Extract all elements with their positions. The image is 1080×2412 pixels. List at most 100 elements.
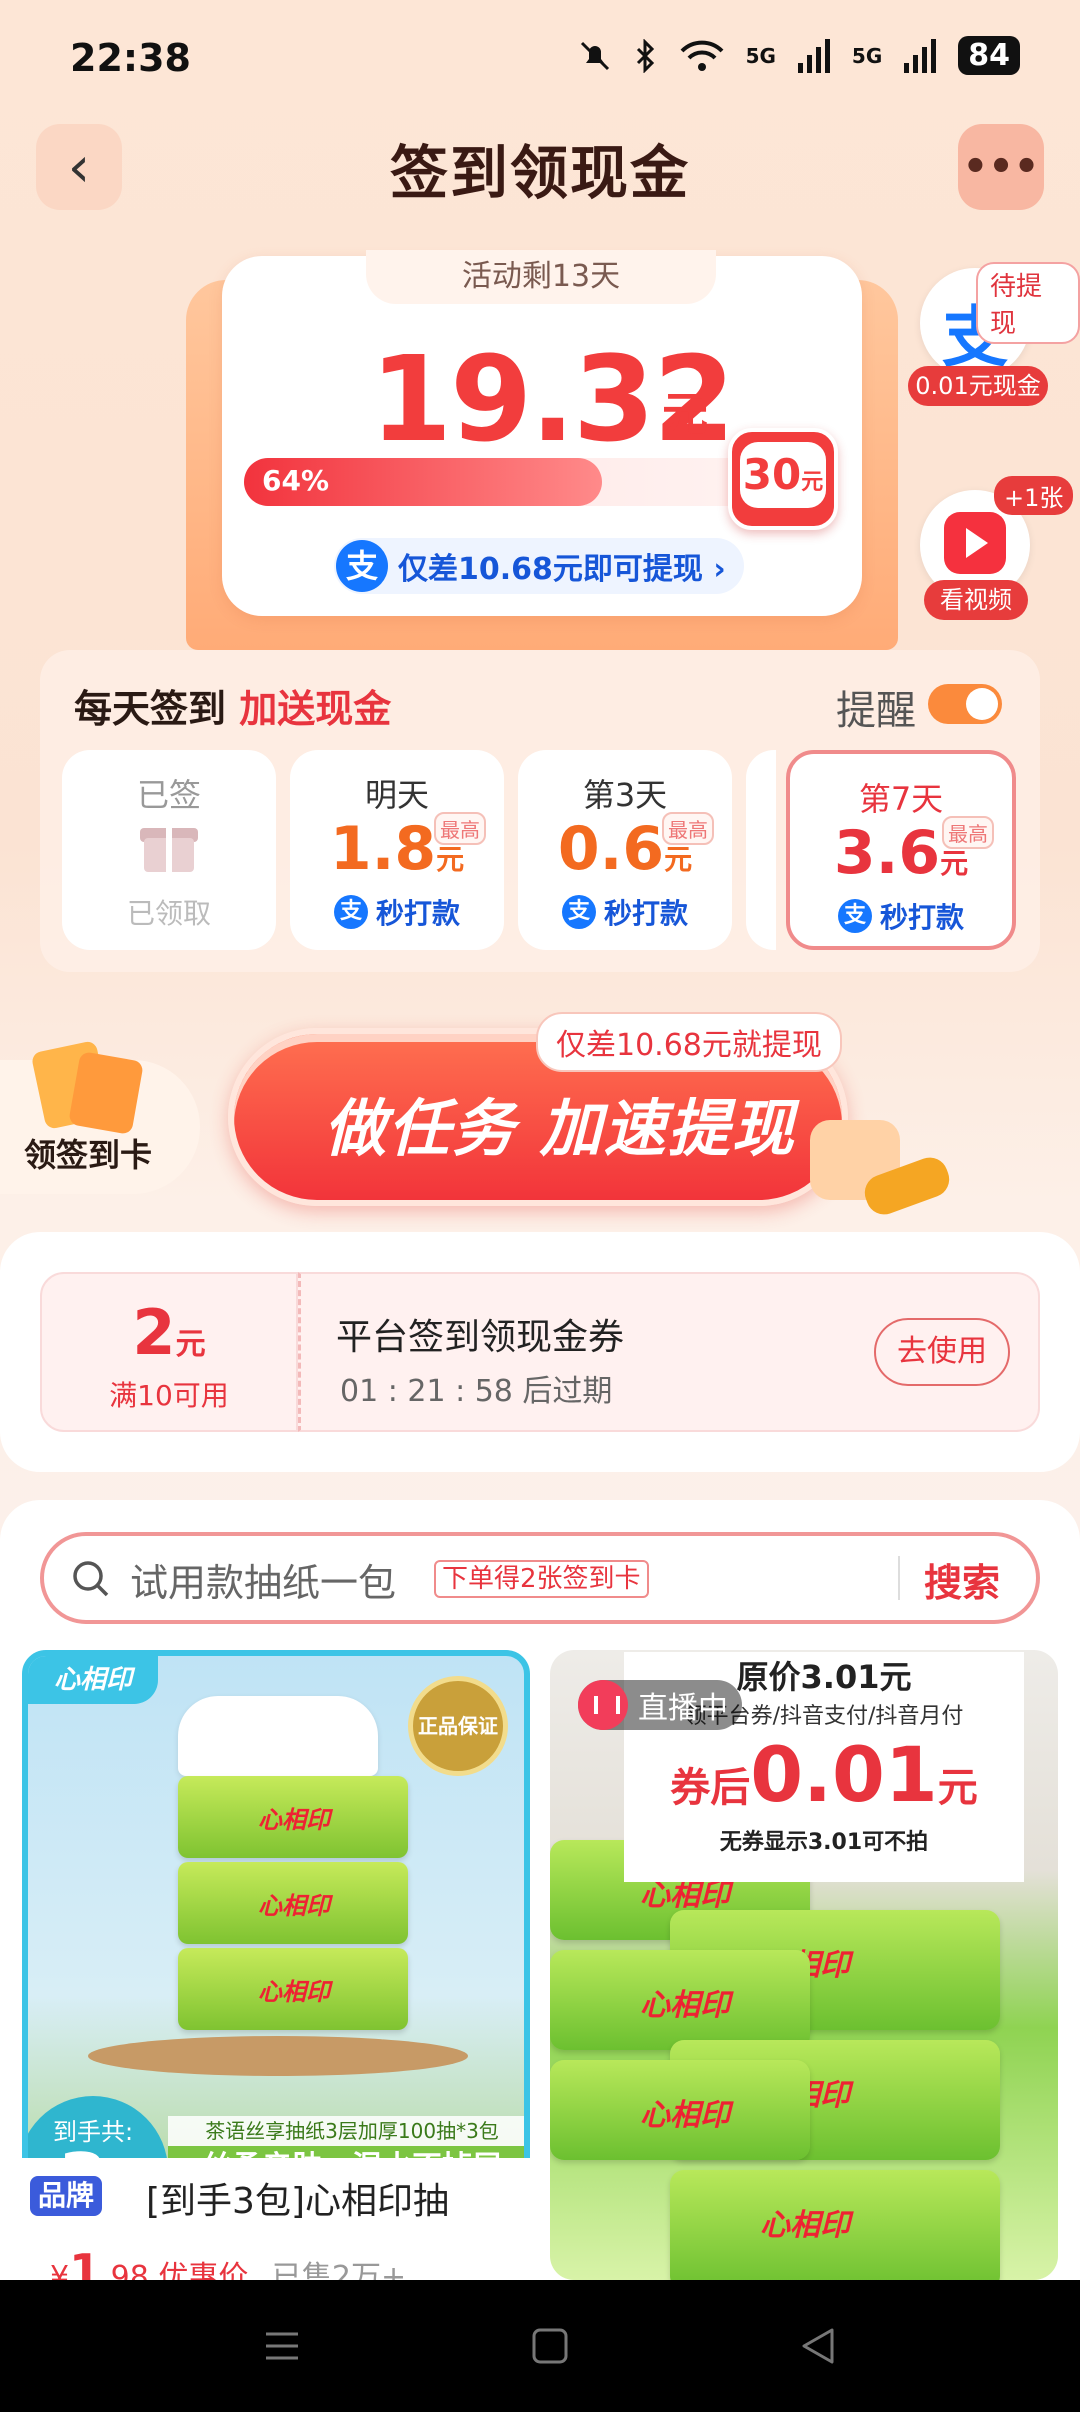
day-reward-value: 1.8 xyxy=(329,814,437,884)
signal-1-icon xyxy=(797,38,830,73)
signin-day-3[interactable]: 第3天 最高 0.6元 支秒打款 xyxy=(518,750,732,950)
more-button[interactable]: ••• xyxy=(958,124,1044,210)
card-check-icon xyxy=(68,1051,144,1135)
search-promo-tag: 下单得2张签到卡 xyxy=(434,1560,649,1598)
menu-icon[interactable] xyxy=(262,2326,302,2366)
search-button[interactable]: 搜索 xyxy=(924,1552,1000,1607)
balance-unit: 元 xyxy=(662,387,708,441)
get-signin-card-label: 领签到卡 xyxy=(24,1136,153,1174)
gift-icon xyxy=(140,820,198,872)
live-label: 直播中 xyxy=(638,1691,728,1726)
search-divider xyxy=(898,1556,900,1600)
day-label: 第3天 xyxy=(582,776,668,814)
brand-chip: 品牌 xyxy=(30,2176,103,2216)
day-reward-unit: 元 xyxy=(664,843,693,876)
tissue-image xyxy=(178,1696,378,1776)
coupon-title: 平台签到领现金券 xyxy=(336,1317,625,1358)
days-left-label: 活动剩13天 xyxy=(366,250,716,304)
withdraw-progress-bar: 64% xyxy=(244,458,804,506)
coupon-amount: 2元 xyxy=(42,1296,296,1369)
day-reward: 0.6元 xyxy=(518,814,732,884)
withdraw-hint-text: 仅差10.68元即可提现 › xyxy=(398,552,726,587)
page-title: 签到领现金 xyxy=(389,139,690,207)
network-1-label: 5G xyxy=(745,43,776,68)
alipay-icon: 支 xyxy=(333,895,368,929)
day-label: 明天 xyxy=(364,776,429,814)
tissue-pack: 心相印 xyxy=(178,1948,408,2030)
signal-2-icon xyxy=(904,38,937,73)
more-dots-icon: ••• xyxy=(962,144,1040,190)
genuine-stamp: 正品保证 xyxy=(408,1676,508,1776)
instant-pay: 支秒打款 xyxy=(790,896,1012,936)
pending-cash-label: 0.01元现金 xyxy=(908,366,1048,406)
coupon-amount-value: 2 xyxy=(132,1296,176,1369)
tissue-pack: 心相印 xyxy=(670,2170,1000,2280)
day-reward-unit: 元 xyxy=(940,847,969,880)
back-triangle-icon[interactable] xyxy=(798,2326,838,2366)
watch-video-label: 看视频 xyxy=(924,580,1028,620)
withdraw-hint-button[interactable]: 支 仅差10.68元即可提现 › xyxy=(334,538,744,594)
signin-day-tomorrow[interactable]: 明天 最高 1.8元 支秒打款 xyxy=(290,750,504,950)
day-reward-value: 3.6 xyxy=(833,818,941,888)
signin-day-signed: 已签 已领取 xyxy=(62,750,276,950)
alipay-icon: 支 xyxy=(336,540,388,592)
brand-logo: 心相印 xyxy=(28,1656,158,1704)
instant-pay-label: 秒打款 xyxy=(375,897,460,930)
day-claimed: 已领取 xyxy=(126,897,211,930)
wifi-icon xyxy=(680,40,723,71)
target-unit: 元 xyxy=(801,470,824,495)
day-reward-unit: 元 xyxy=(436,843,465,876)
coupon-price-value: 0.01 xyxy=(750,1730,938,1819)
coupon-price-prefix: 券后 xyxy=(670,1765,751,1811)
instant-pay-label: 秒打款 xyxy=(603,897,688,930)
signin-day-peek xyxy=(746,750,776,950)
day-reward: 3.6元 xyxy=(790,818,1012,888)
battery-indicator: 84 xyxy=(958,36,1020,75)
live-badge: 直播中 xyxy=(578,1680,742,1730)
status-icons: 5G 5G 84 xyxy=(578,36,1020,75)
status-time: 22:38 xyxy=(70,36,191,80)
signin-day-7[interactable]: 第7天 最高 3.6元 支秒打款 xyxy=(786,750,1016,950)
product-name: [到手3包]心相印抽 xyxy=(146,2181,449,2222)
signin-title: 每天签到 加送现金 xyxy=(74,678,391,733)
live-icon xyxy=(578,1680,628,1730)
day-label: 已签 xyxy=(136,776,201,814)
video-reward-tag: +1张 xyxy=(994,476,1074,515)
alipay-icon: 支 xyxy=(561,895,596,929)
page: 22:38 5G 5G 84 ‹ 签到领现金 ••• 活动剩13天 19.32 … xyxy=(0,0,1080,2412)
signin-title-a: 每天签到 xyxy=(74,687,240,731)
product-strip-text: 茶语丝享抽纸3层加厚100抽*3包 xyxy=(168,2116,524,2146)
no-coupon-note: 无券显示3.01可不拍 xyxy=(719,1830,929,1855)
day-reward-value: 0.6 xyxy=(557,814,665,884)
coupon-expiry: 01 : 21 : 58 后过期 xyxy=(340,1374,613,1409)
get-signin-card-button[interactable]: 领签到卡 xyxy=(0,1039,200,1194)
day-label: 第7天 xyxy=(858,780,944,818)
bluetooth-icon xyxy=(636,38,654,73)
wood-stand xyxy=(88,2036,468,2076)
play-icon xyxy=(944,512,1006,574)
alipay-icon: 支 xyxy=(837,899,872,933)
instant-pay: 支秒打款 xyxy=(290,892,504,932)
target-amount-badge: 30元 xyxy=(728,428,838,530)
tissue-pack: 心相印 xyxy=(550,2060,810,2160)
instant-pay: 支秒打款 xyxy=(518,892,732,932)
coupon-price-unit: 元 xyxy=(937,1765,978,1811)
target-value: 30 xyxy=(742,450,802,499)
task-hint-bubble: 仅差10.68元就提现 xyxy=(536,1012,842,1072)
day-reward: 1.8元 xyxy=(290,814,504,884)
instant-pay-label: 秒打款 xyxy=(879,901,964,934)
coupon-condition: 满10可用 xyxy=(109,1379,229,1412)
network-2-label: 5G xyxy=(851,43,883,68)
remind-label: 提醒 xyxy=(836,688,916,734)
target-amount: 30元 xyxy=(740,442,826,508)
search-icon xyxy=(73,1561,109,1597)
do-tasks-label: 做任务 加速提现 xyxy=(324,1092,796,1165)
coupon-amount-unit: 元 xyxy=(175,1327,206,1362)
progress-percent: 64% xyxy=(262,464,330,497)
status-bar: 22:38 5G 5G 84 xyxy=(0,0,1080,120)
signin-title-b: 加送现金 xyxy=(239,687,392,731)
home-icon[interactable] xyxy=(530,2326,570,2366)
use-coupon-button[interactable]: 去使用 xyxy=(874,1318,1010,1386)
remind-toggle[interactable] xyxy=(928,684,1002,724)
tissue-pack: 心相印 xyxy=(178,1862,408,1944)
